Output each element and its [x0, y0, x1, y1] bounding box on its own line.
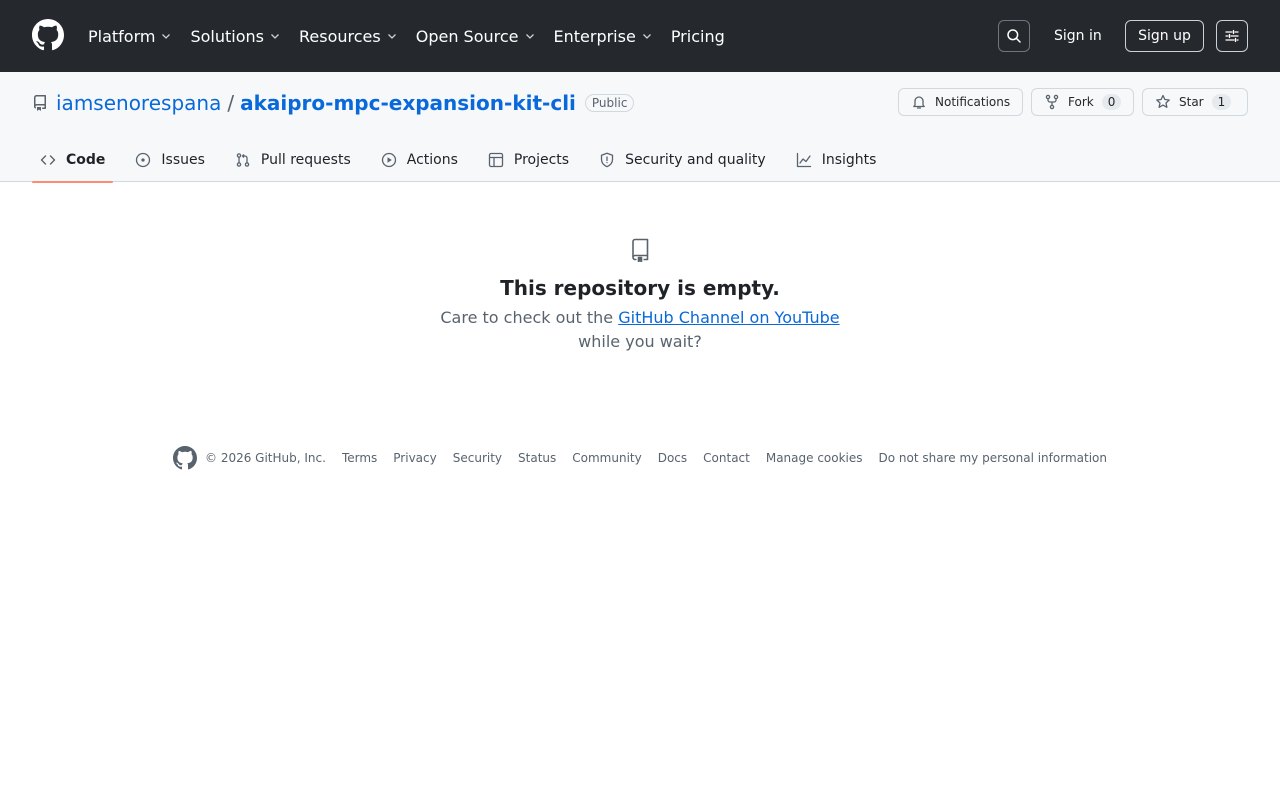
tab-issues[interactable]: Issues	[127, 138, 213, 182]
chevron-down-icon	[162, 34, 171, 39]
tab-code[interactable]: Code	[32, 138, 114, 183]
repo-name-link[interactable]: akaipro-mpc-expansion-kit-cli	[240, 91, 576, 115]
play-icon	[381, 152, 396, 168]
nav-enterprise[interactable]: Enterprise	[554, 27, 653, 46]
sliders-icon	[1225, 29, 1239, 43]
repo-title: iamsenorespana / akaipro-mpc-expansion-k…	[56, 89, 635, 117]
tab-insights[interactable]: Insights	[788, 138, 885, 182]
notifications-label: Notifications	[935, 95, 1011, 109]
footer: © 2026 GitHub, Inc. Terms Privacy Securi…	[173, 446, 1107, 470]
global-header: Platform Solutions Resources Open Source…	[0, 0, 1280, 72]
fork-icon	[1045, 94, 1059, 110]
footer-link-do-not-share[interactable]: Do not share my personal information	[879, 451, 1107, 465]
footer-link-terms[interactable]: Terms	[342, 451, 377, 465]
tab-security-label: Security and quality	[625, 152, 766, 168]
nav-resources-label: Resources	[299, 26, 381, 46]
chevron-down-icon	[271, 34, 279, 39]
empty-state-text-after: while you wait?	[578, 332, 702, 351]
main-nav: Platform Solutions Resources Open Source…	[88, 0, 743, 72]
bell-icon	[913, 96, 925, 109]
nav-platform-label: Platform	[88, 26, 156, 46]
empty-state-text-before: Care to check out the	[440, 308, 619, 327]
code-icon	[40, 155, 56, 165]
star-button[interactable]: Star 1	[1142, 88, 1248, 116]
repo-icon	[34, 95, 46, 111]
graph-icon	[796, 152, 811, 168]
star-count: 1	[1211, 94, 1232, 110]
tab-code-label: Code	[66, 152, 106, 168]
fork-count: 0	[1101, 94, 1122, 110]
footer-link-contact[interactable]: Contact	[703, 451, 750, 465]
empty-state-text: Care to check out the GitHub Channel on …	[0, 308, 1280, 327]
repo-header: iamsenorespana / akaipro-mpc-expansion-k…	[0, 72, 1280, 183]
fork-label: Fork	[1068, 95, 1094, 109]
tab-security[interactable]: Security and quality	[591, 138, 774, 182]
github-logo-icon[interactable]	[32, 19, 64, 51]
nav-resources[interactable]: Resources	[299, 27, 398, 46]
footer-link-community[interactable]: Community	[572, 451, 641, 465]
sign-up-button[interactable]: Sign up	[1125, 20, 1204, 52]
search-icon	[1007, 29, 1021, 43]
tab-projects[interactable]: Projects	[480, 138, 577, 182]
footer-link-manage-cookies[interactable]: Manage cookies	[766, 451, 863, 465]
footer-link-status[interactable]: Status	[518, 451, 556, 465]
tab-actions[interactable]: Actions	[373, 138, 466, 182]
star-label: Star	[1179, 95, 1204, 109]
table-icon	[488, 152, 504, 168]
nav-open-source-label: Open Source	[415, 26, 519, 46]
tab-actions-label: Actions	[406, 152, 458, 168]
empty-state-title: This repository is empty.	[500, 276, 780, 300]
shield-icon	[600, 152, 614, 168]
repo-owner-link[interactable]: iamsenorespana	[56, 91, 221, 115]
nav-open-source[interactable]: Open Source	[416, 27, 536, 46]
settings-menu-button[interactable]	[1216, 20, 1248, 52]
chevron-down-icon	[387, 34, 396, 39]
nav-solutions[interactable]: Solutions	[190, 27, 281, 46]
notifications-button[interactable]: Notifications	[898, 88, 1023, 116]
repo-icon	[632, 238, 649, 262]
nav-enterprise-label: Enterprise	[553, 26, 636, 46]
issue-icon	[136, 152, 151, 168]
nav-platform[interactable]: Platform	[88, 27, 172, 46]
nav-pricing-label: Pricing	[670, 26, 725, 46]
repo-tabs: Code Issues Pull requests Actions Projec…	[32, 138, 898, 183]
tab-projects-label: Projects	[513, 152, 570, 168]
search-button[interactable]	[998, 20, 1030, 52]
youtube-channel-link[interactable]: GitHub Channel on YouTube	[618, 308, 839, 327]
fork-button[interactable]: Fork 0	[1031, 88, 1134, 116]
footer-link-privacy[interactable]: Privacy	[393, 451, 436, 465]
visibility-badge: Public	[584, 94, 635, 112]
nav-solutions-label: Solutions	[190, 26, 264, 46]
chevron-down-icon	[525, 34, 534, 39]
pull-request-icon	[236, 153, 250, 167]
chevron-down-icon	[642, 34, 651, 39]
footer-link-docs[interactable]: Docs	[658, 451, 687, 465]
tab-issues-label: Issues	[161, 152, 205, 168]
tab-pull-requests-label: Pull requests	[260, 152, 351, 168]
tab-insights-label: Insights	[821, 152, 877, 168]
footer-link-security[interactable]: Security	[453, 451, 502, 465]
path-separator: /	[227, 91, 235, 115]
nav-pricing[interactable]: Pricing	[671, 27, 725, 46]
sign-in-link[interactable]: Sign in	[1046, 20, 1110, 52]
github-logo-icon[interactable]	[173, 446, 197, 470]
star-icon	[1156, 94, 1170, 108]
tab-pull-requests[interactable]: Pull requests	[227, 138, 359, 182]
footer-copyright: © 2026 GitHub, Inc.	[205, 451, 326, 465]
